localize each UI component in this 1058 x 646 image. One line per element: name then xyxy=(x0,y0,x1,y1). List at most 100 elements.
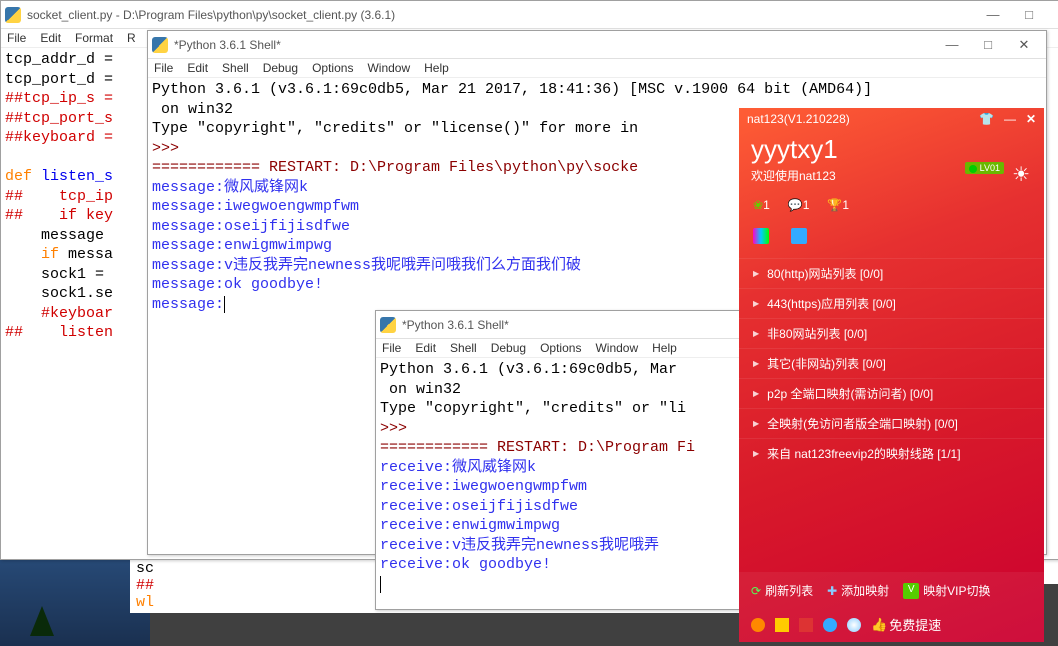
nat-item-route[interactable]: 来自 nat123freevip2的映射线路 [1/1] xyxy=(739,438,1044,468)
maximize-button[interactable]: □ xyxy=(970,33,1006,57)
badge-trophy[interactable]: 🏆1 xyxy=(827,198,849,212)
nat123-panel[interactable]: nat123(V1.210228) 👕 — ✕ yyytxy1 欢迎使用nat1… xyxy=(739,108,1044,642)
code-l1: tcp_addr_d = xyxy=(5,51,113,68)
nat-item-non80[interactable]: 非80网站列表 [0/0] xyxy=(739,318,1044,348)
code-l8: ## tcp_ip xyxy=(5,188,113,205)
code-l12: sock1 = xyxy=(5,266,113,283)
shell1-prompt: >>> xyxy=(152,140,188,157)
nat-bottom: ⟳刷新列表 ✚添加映射 V映射VIP切换 👍免费提速 xyxy=(739,572,1044,642)
menu-debug[interactable]: Debug xyxy=(263,61,298,75)
shell2-r5: receive:v违反我弄完newness我呢哦弄 xyxy=(380,537,659,554)
code-l14: #keyboar xyxy=(5,305,113,322)
cursor xyxy=(224,296,225,313)
nat-version: nat123(V1.210228) xyxy=(747,112,850,126)
shell2-banner2: on win32 xyxy=(380,381,461,398)
shell2-banner3: Type "copyright", "credits" or "li xyxy=(380,400,686,417)
cursor xyxy=(380,576,381,593)
settings-icon[interactable]: 👕 xyxy=(979,112,994,126)
badge-bubble[interactable]: 💬1 xyxy=(788,198,810,212)
menu-file[interactable]: File xyxy=(382,341,401,355)
nat-badges: ❀1 💬1 🏆1 xyxy=(739,194,1044,222)
maximize-button[interactable]: □ xyxy=(1011,3,1047,27)
shell1-banner1: Python 3.6.1 (v3.6.1:69c0db5, Mar 21 201… xyxy=(152,81,872,98)
twitter-icon[interactable] xyxy=(791,228,807,244)
nat-item-p2p[interactable]: p2p 全端口映射(需访问者) [0/0] xyxy=(739,378,1044,408)
code-l2: tcp_port_d = xyxy=(5,71,113,88)
shell1-titlebar[interactable]: *Python 3.6.1 Shell* — □ ✕ xyxy=(148,31,1046,59)
nat-item-http[interactable]: 80(http)网站列表 [0/0] xyxy=(739,258,1044,288)
tray-icon-1[interactable] xyxy=(751,618,765,632)
level-badge: LV01 xyxy=(965,162,1004,174)
nat-item-other[interactable]: 其它(非网站)列表 [0/0] xyxy=(739,348,1044,378)
python-icon xyxy=(380,317,396,333)
nat-actions: ⟳刷新列表 ✚添加映射 V映射VIP切换 xyxy=(739,572,1044,609)
nat-list: 80(http)网站列表 [0/0] 443(https)应用列表 [0/0] … xyxy=(739,258,1044,468)
menu-options[interactable]: Options xyxy=(312,61,353,75)
shell2-r3: receive:oseijfijisdfwe xyxy=(380,498,578,515)
menu-file[interactable]: File xyxy=(154,61,173,75)
menu-window[interactable]: Window xyxy=(595,341,638,355)
shell1-m6: message:ok goodbye! xyxy=(152,276,323,293)
refresh-button[interactable]: ⟳刷新列表 xyxy=(751,582,813,599)
menu-run[interactable]: R xyxy=(127,31,136,45)
menu-help[interactable]: Help xyxy=(424,61,449,75)
shell2-r2: receive:iwegwoengwmpfwm xyxy=(380,478,587,495)
nat-item-fullmap[interactable]: 全映射(免访问者版全端口映射) [0/0] xyxy=(739,408,1044,438)
shell2-r4: receive:enwigmwimpwg xyxy=(380,517,560,534)
shell1-menubar: File Edit Shell Debug Options Window Hel… xyxy=(148,59,1046,78)
code-l3: ##tcp_ip_s = xyxy=(5,90,113,107)
sun-icon[interactable]: ☀ xyxy=(1012,162,1030,187)
menu-file[interactable]: File xyxy=(7,31,26,45)
minimize-button[interactable]: — xyxy=(934,33,970,57)
minimize-button[interactable]: — xyxy=(975,3,1011,27)
add-mapping-button[interactable]: ✚添加映射 xyxy=(827,582,889,599)
tray-icon-2[interactable] xyxy=(775,618,789,632)
menu-window[interactable]: Window xyxy=(367,61,410,75)
close-button[interactable]: ✕ xyxy=(1006,33,1042,57)
nat-toolbar xyxy=(739,222,1044,258)
shell1-restart: ============ RESTART: D:\Program Files\p… xyxy=(152,159,638,176)
menu-format[interactable]: Format xyxy=(75,31,113,45)
shell2-r1: receive:微风威锋网k xyxy=(380,459,536,476)
nat-titlebar[interactable]: nat123(V1.210228) 👕 — ✕ xyxy=(739,108,1044,130)
code-l11a: if xyxy=(5,246,68,263)
shell2-banner1: Python 3.6.1 (v3.6.1:69c0db5, Mar xyxy=(380,361,686,378)
badge-flower[interactable]: ❀1 xyxy=(753,198,770,212)
code-fname: listen_s xyxy=(41,168,113,185)
python-icon xyxy=(5,7,21,23)
menu-help[interactable]: Help xyxy=(652,341,677,355)
nat-tray: 👍免费提速 xyxy=(739,609,1044,642)
minimize-icon[interactable]: — xyxy=(1004,112,1016,126)
menu-debug[interactable]: Debug xyxy=(491,341,526,355)
speed-icon[interactable]: 👍免费提速 xyxy=(871,615,941,634)
close-button[interactable]: ✕ xyxy=(1047,3,1058,27)
search-icon[interactable] xyxy=(847,618,861,632)
vip-switch-button[interactable]: V映射VIP切换 xyxy=(903,582,990,599)
shell1-m4: message:enwigmwimpwg xyxy=(152,237,332,254)
tree-decoration xyxy=(30,606,54,636)
menu-edit[interactable]: Edit xyxy=(40,31,61,45)
bg-code-hash: ## xyxy=(136,577,154,594)
close-icon[interactable]: ✕ xyxy=(1026,112,1036,126)
editor-titlebar[interactable]: socket_client.py - D:\Program Files\pyth… xyxy=(1,1,1058,29)
tray-icon-3[interactable] xyxy=(799,618,813,632)
nat-username: yyytxy1 xyxy=(751,134,1032,165)
menu-edit[interactable]: Edit xyxy=(187,61,208,75)
code-l15: ## listen xyxy=(5,324,113,341)
code-l9: ## if key xyxy=(5,207,113,224)
code-l5: ##keyboard = xyxy=(5,129,113,146)
shell1-m3: message:oseijfijisdfwe xyxy=(152,218,350,235)
shell1-m2: message:iwegwoengwmpfwm xyxy=(152,198,359,215)
menu-shell[interactable]: Shell xyxy=(450,341,477,355)
nat-item-https[interactable]: 443(https)应用列表 [0/0] xyxy=(739,288,1044,318)
rainbow-icon[interactable] xyxy=(753,228,769,244)
menu-shell[interactable]: Shell xyxy=(222,61,249,75)
shell2-prompt: >>> xyxy=(380,420,416,437)
shell1-m7: message: xyxy=(152,296,224,313)
menu-edit[interactable]: Edit xyxy=(415,341,436,355)
code-l11b: messa xyxy=(68,246,113,263)
tray-icon-4[interactable] xyxy=(823,618,837,632)
menu-options[interactable]: Options xyxy=(540,341,581,355)
shell1-m5: message:v违反我弄完newness我呢哦弄问哦我们么方面我们破 xyxy=(152,257,581,274)
shell1-banner2: on win32 xyxy=(152,101,233,118)
